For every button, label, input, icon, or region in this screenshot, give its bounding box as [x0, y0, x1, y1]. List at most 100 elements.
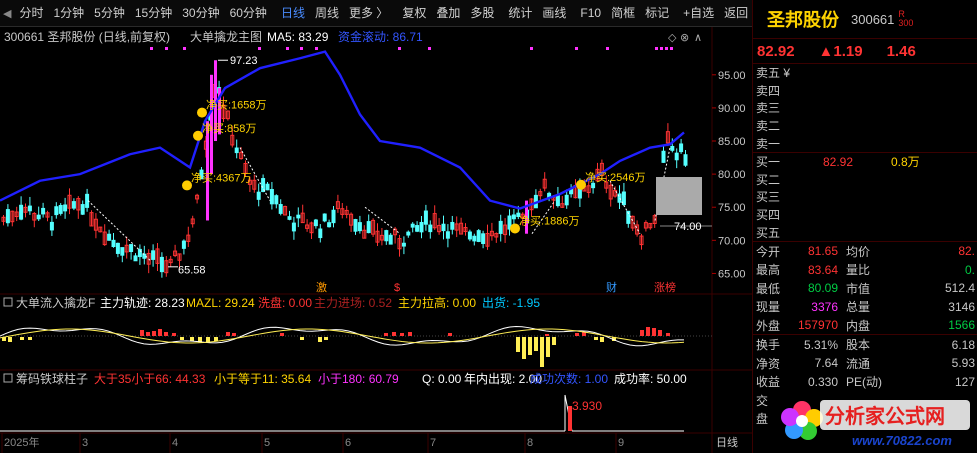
yellow-bar: [528, 337, 532, 355]
yellow-bar: [600, 337, 604, 342]
y-tick-label: 80.00: [718, 169, 746, 181]
candle-body: [274, 195, 279, 205]
asks-row[interactable]: 卖三: [753, 99, 977, 117]
yellow-bar: [522, 337, 526, 359]
stat-l1: 净资: [756, 356, 781, 371]
candle-body: [472, 235, 477, 242]
stat-l1: 盘: [756, 412, 769, 427]
bid-book: 买一 82.92 0.8万 买二 买三买四 买五: [753, 153, 977, 241]
sub2-field: 成功率: 50.00: [614, 371, 687, 386]
candle-body: [107, 233, 112, 241]
toolbar-item[interactable]: F10: [575, 0, 606, 27]
stat-l2: 量比: [846, 263, 871, 278]
bids-row[interactable]: 买五: [753, 223, 977, 241]
candle-body: [133, 255, 138, 262]
toolbar-item[interactable]: 标记: [640, 0, 674, 27]
yellow-bar: [8, 337, 12, 342]
y-tick-label: 90.00: [718, 103, 746, 115]
candle-body: [555, 194, 560, 207]
bids-label: 买三: [756, 190, 781, 205]
bids-row[interactable]: 买一 82.92 0.8万: [753, 153, 977, 171]
red-bar: [646, 327, 650, 336]
sub1-title: 大单流入擒龙F: [16, 295, 95, 310]
stat-v1: 81.65: [807, 244, 838, 259]
toolbar-item[interactable]: 统计: [503, 0, 537, 27]
bids-row[interactable]: 买二: [753, 171, 977, 189]
event-tag: 激: [316, 280, 327, 294]
toolbar-item[interactable]: 1分钟: [48, 0, 89, 27]
stat-l2: PE(动): [846, 375, 883, 390]
toolbar-item[interactable]: 叠加: [431, 0, 465, 27]
bids-label: 买一: [756, 155, 781, 170]
stat-l2: 内盘: [846, 318, 871, 333]
net-buy-label: 净买:1658万: [206, 98, 267, 112]
price-mark-label: 74.00: [674, 221, 702, 233]
candle-body: [467, 231, 472, 240]
candle-body: [511, 214, 516, 220]
signal-dot: [665, 47, 668, 50]
toolbar-item[interactable]: 日线: [276, 0, 310, 27]
toolbar-item[interactable]: 5分钟: [89, 0, 130, 27]
candle-body: [151, 250, 156, 260]
candle-body: [564, 194, 569, 206]
bids-label: 买四: [756, 208, 781, 223]
asks-label: 卖四: [756, 83, 781, 98]
candle-body: [49, 221, 54, 231]
asks-row[interactable]: 卖五 ¥: [753, 64, 977, 82]
toolbar-item[interactable]: 更多 〉: [344, 0, 393, 27]
stat-l1: 外盘: [756, 318, 781, 333]
x-tick-label: 8: [527, 437, 533, 449]
bids-row[interactable]: 买三: [753, 188, 977, 206]
yellow-bar: [516, 337, 520, 352]
asks-row[interactable]: 卖四: [753, 82, 977, 100]
red-bar: [666, 333, 670, 336]
toolbar-item[interactable]: 30分钟: [177, 0, 224, 27]
toolbar-item[interactable]: 60分钟: [225, 0, 272, 27]
stat-row: 最高 83.64 量比 0.: [753, 260, 977, 279]
y-tick-label: 95.00: [718, 70, 746, 82]
signal-dot: [660, 47, 663, 50]
candle-body: [256, 191, 261, 200]
price-change: ▲1.19: [818, 42, 863, 60]
nav-left-icon[interactable]: ◀: [0, 7, 14, 20]
toolbar-item[interactable]: 画线: [537, 0, 571, 27]
toolbar-item[interactable]: 分时: [14, 0, 48, 27]
asks-row[interactable]: 卖一: [753, 134, 977, 152]
candle-body: [137, 248, 142, 258]
stat-v2: 512.4: [944, 281, 975, 296]
candle-body: [410, 223, 415, 228]
toolbar-item[interactable]: 周线: [310, 0, 344, 27]
candle-body: [476, 230, 481, 242]
red-bar: [408, 332, 412, 336]
asks-row[interactable]: 卖二: [753, 117, 977, 135]
candle-body: [366, 221, 371, 234]
kline-chart[interactable]: 300661 圣邦股份 (日线,前复权) 大单擒龙主图 MA5: 83.29 资金滚动…: [0, 27, 752, 453]
toolbar-item[interactable]: 返回: [719, 0, 753, 27]
red-bar: [232, 333, 236, 336]
candle-body: [142, 253, 147, 259]
toolbar-item[interactable]: 简框: [606, 0, 640, 27]
candle-body: [388, 234, 393, 245]
legend-stock: 300661 圣邦股份 (日线,前复权): [4, 29, 170, 44]
candle-body: [481, 233, 486, 244]
stat-l2: 股本: [846, 338, 871, 353]
toolbar-item[interactable]: 多股: [465, 0, 499, 27]
red-bar: [640, 330, 644, 336]
stat-v1: 157970: [797, 318, 838, 333]
highlight-candle: [206, 121, 209, 221]
price-box: [656, 177, 702, 215]
candle-body: [670, 145, 675, 151]
candle-body: [5, 209, 10, 224]
chart-area[interactable]: 300661 圣邦股份 (日线,前复权) 大单擒龙主图 MA5: 83.29 资金滚动…: [0, 27, 752, 453]
toolbar-item[interactable]: 复权: [397, 0, 431, 27]
flower-icon: [781, 401, 823, 440]
toolbar-item[interactable]: 15分钟: [130, 0, 177, 27]
bids-row[interactable]: 买四: [753, 206, 977, 224]
sub2-field: 成功次数: 1.00: [530, 371, 608, 386]
candle-body: [278, 204, 283, 214]
signal-dot: [165, 47, 168, 50]
stat-row: 外盘 157970 内盘 1566: [753, 316, 977, 335]
red-bar: [448, 333, 452, 336]
toolbar-item[interactable]: +自选: [678, 0, 719, 27]
x-tick-label: 2025年: [4, 435, 39, 449]
